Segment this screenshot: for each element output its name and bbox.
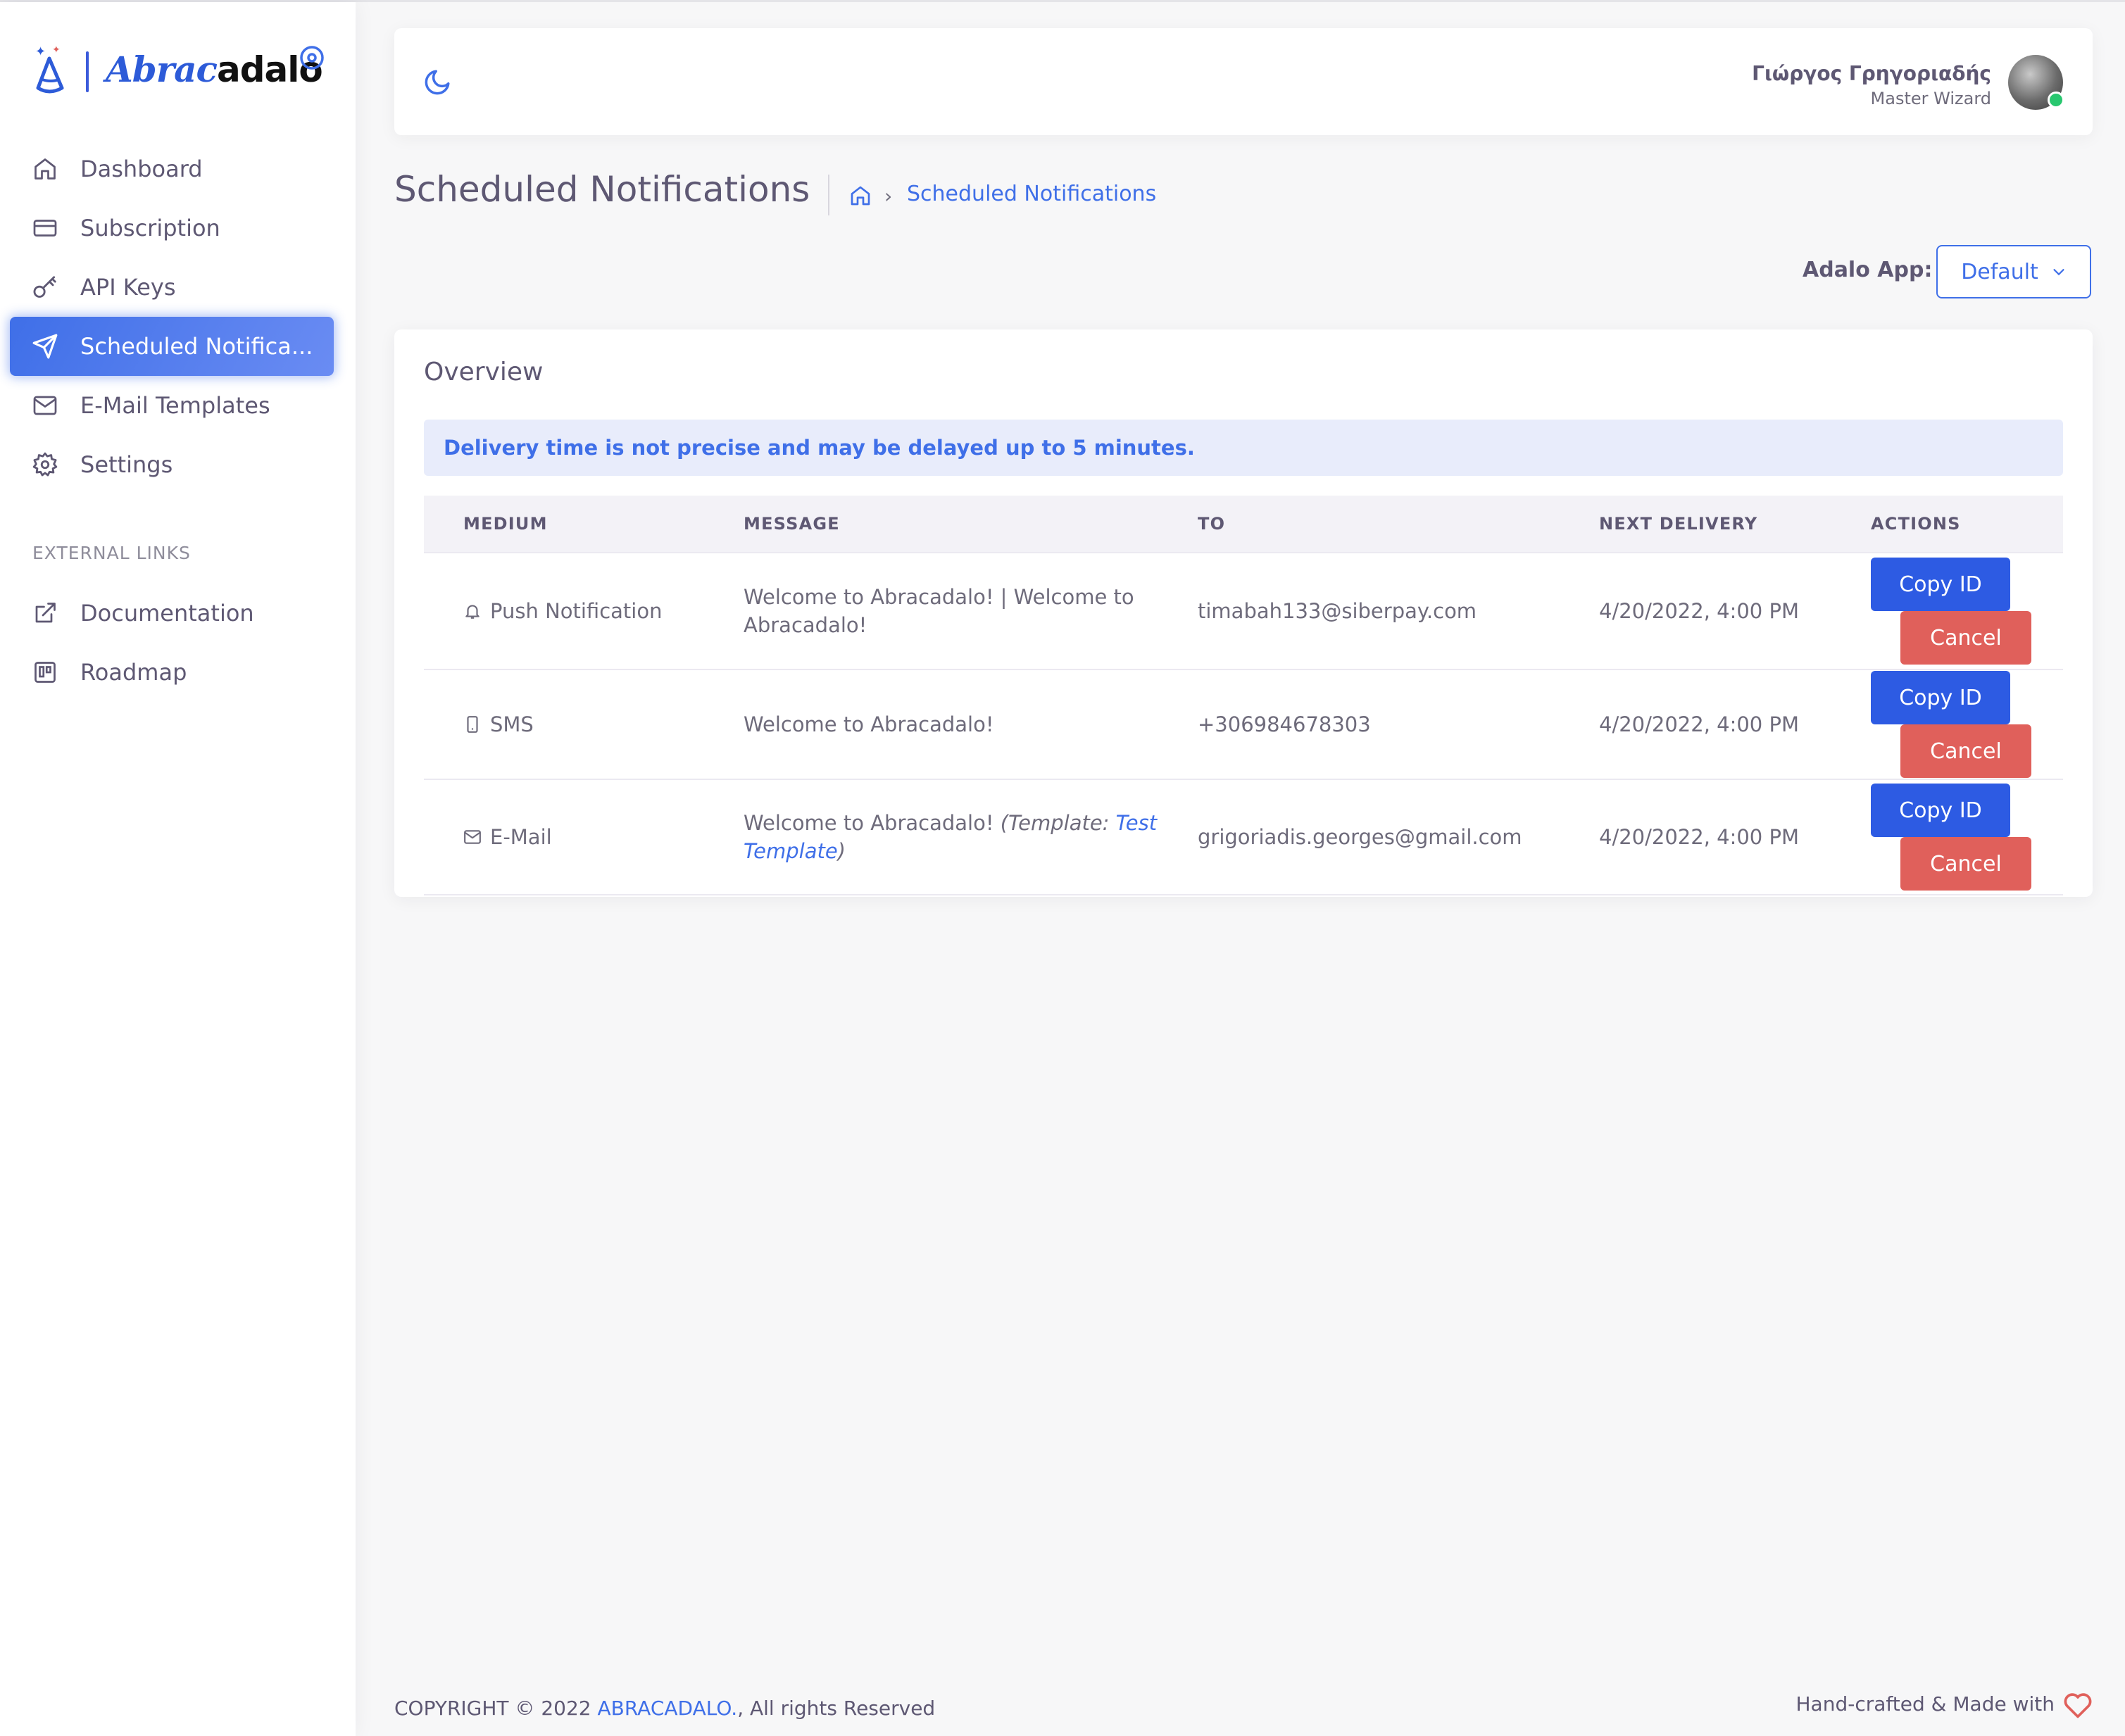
sidebar-item-settings[interactable]: Settings (10, 435, 334, 494)
page-title: Scheduled Notifications (394, 169, 810, 210)
chevron-down-icon (2053, 269, 2064, 276)
home-icon (31, 155, 59, 183)
footer-brand-link[interactable]: ABRACADALO. (598, 1697, 738, 1720)
copy-id-button[interactable]: Copy ID (1871, 558, 2010, 611)
wizard-logo-icon: ✦ ✦ (35, 44, 64, 94)
table-row: Push Notification Welcome to Abracadalo!… (424, 553, 2063, 670)
sidebar-item-label: Documentation (80, 600, 254, 627)
sidebar-item-subscription[interactable]: Subscription (10, 199, 334, 258)
heart-icon (2064, 1693, 2092, 1718)
sidebar-item-documentation[interactable]: Documentation (10, 584, 334, 643)
recipient-cell: grigoriadis.georges@gmail.com (1197, 779, 1598, 895)
footer-copyright: COPYRIGHT © 2022 ABRACADALO., All rights… (394, 1697, 936, 1720)
mail-icon (31, 391, 59, 420)
sidebar-item-scheduled-notifications[interactable]: Scheduled Notifica... (10, 317, 334, 376)
cancel-button[interactable]: Cancel (1900, 724, 2031, 778)
message-cell: Welcome to Abracadalo! (Template: Test T… (743, 779, 1197, 895)
sidebar-item-label: Dashboard (80, 156, 203, 182)
svg-text:✦: ✦ (35, 44, 46, 59)
external-links-nav: Documentation Roadmap (10, 584, 334, 702)
sidebar-item-roadmap[interactable]: Roadmap (10, 643, 334, 702)
sidebar-nav: Dashboard Subscription API Keys Schedule… (10, 139, 334, 494)
recipient-cell: +306984678303 (1197, 669, 1598, 780)
user-role: Master Wizard (1870, 89, 1991, 108)
brand[interactable]: ✦ ✦ Abracadalo (28, 42, 324, 98)
app-selector-dropdown[interactable]: Default (1936, 245, 2091, 298)
medium-cell: E-Mail (463, 823, 742, 851)
user-name[interactable]: Γιώργος Γρηγοριαδής (1752, 62, 1991, 85)
collapse-toggle-icon[interactable] (299, 44, 325, 71)
column-header-message: MESSAGE (743, 496, 1197, 553)
moon-icon[interactable] (422, 68, 452, 97)
medium-label: E-Mail (490, 825, 552, 849)
breadcrumb-chevron-icon: › (884, 184, 893, 208)
next-delivery-cell: 4/20/2022, 4:00 PM (1598, 779, 1870, 895)
message-cell: Welcome to Abracadalo! (743, 669, 1197, 780)
copy-id-button[interactable]: Copy ID (1871, 784, 2010, 837)
medium-cell: SMS (463, 710, 742, 738)
sidebar-item-label: API Keys (80, 274, 176, 301)
footer-made-with: Hand-crafted & Made with (1795, 1692, 2055, 1716)
sidebar-item-dashboard[interactable]: Dashboard (10, 139, 334, 199)
sidebar-item-label: Settings (80, 451, 173, 478)
card-title: Overview (424, 358, 544, 386)
section-title-external-links: EXTERNAL LINKS (32, 543, 191, 563)
recipient-cell: timabah133@siberpay.com (1197, 553, 1598, 670)
trello-icon (31, 658, 59, 686)
external-link-icon (31, 599, 59, 627)
sidebar-item-label: Roadmap (80, 659, 187, 686)
breadcrumb-home-icon[interactable] (849, 184, 872, 207)
key-icon (31, 273, 59, 301)
online-status-dot (2048, 92, 2064, 108)
svg-text:✦: ✦ (52, 44, 61, 56)
credit-card-icon (31, 214, 59, 242)
next-delivery-cell: 4/20/2022, 4:00 PM (1598, 553, 1870, 670)
mail-icon (464, 830, 481, 844)
medium-cell: Push Notification (463, 597, 742, 625)
table-row: E-Mail Welcome to Abracadalo! (Template:… (424, 779, 2063, 895)
next-delivery-cell: 4/20/2022, 4:00 PM (1598, 669, 1870, 780)
sidebar: ✦ ✦ Abracadalo Dashboard Subscription AP… (0, 2, 356, 1736)
sidebar-item-label: Subscription (80, 215, 220, 241)
overview-card: Overview Delivery time is not precise an… (394, 329, 2093, 897)
brand-divider (86, 51, 89, 92)
cancel-button[interactable]: Cancel (1900, 611, 2031, 665)
top-header: Γιώργος Γρηγοριαδής Master Wizard (394, 28, 2093, 135)
table-header-row: MEDIUM MESSAGE TO NEXT DELIVERY ACTIONS (424, 496, 2063, 553)
gear-icon (31, 451, 59, 479)
notifications-table: MEDIUM MESSAGE TO NEXT DELIVERY ACTIONS … (424, 496, 2063, 895)
medium-label: SMS (490, 712, 534, 736)
title-divider (828, 175, 829, 215)
brand-name: Abracadalo (106, 49, 323, 90)
medium-label: Push Notification (490, 599, 663, 623)
delivery-alert: Delivery time is not precise and may be … (424, 420, 2063, 476)
sidebar-item-api-keys[interactable]: API Keys (10, 258, 334, 317)
app-selector-label: Adalo App: (1803, 258, 1933, 282)
table-row: SMS Welcome to Abracadalo! +306984678303… (424, 669, 2063, 780)
sidebar-item-label: E-Mail Templates (80, 392, 270, 419)
sidebar-item-label: Scheduled Notifica... (80, 333, 313, 360)
avatar[interactable] (2008, 55, 2064, 110)
sidebar-item-email-templates[interactable]: E-Mail Templates (10, 376, 334, 435)
bell-icon (465, 605, 479, 619)
message-cell: Welcome to Abracadalo! | Welcome to Abra… (743, 553, 1197, 670)
smartphone-icon (467, 716, 478, 733)
message-text: Welcome to Abracadalo! (744, 811, 994, 835)
column-header-medium: MEDIUM (424, 496, 743, 553)
breadcrumb-current: Scheduled Notifications (907, 182, 1157, 206)
send-icon (31, 332, 59, 360)
app-selector-value: Default (1961, 259, 2038, 284)
column-header-next-delivery: NEXT DELIVERY (1598, 496, 1870, 553)
column-header-to: TO (1197, 496, 1598, 553)
copy-id-button[interactable]: Copy ID (1871, 671, 2010, 724)
column-header-actions: ACTIONS (1870, 496, 2063, 553)
cancel-button[interactable]: Cancel (1900, 837, 2031, 891)
